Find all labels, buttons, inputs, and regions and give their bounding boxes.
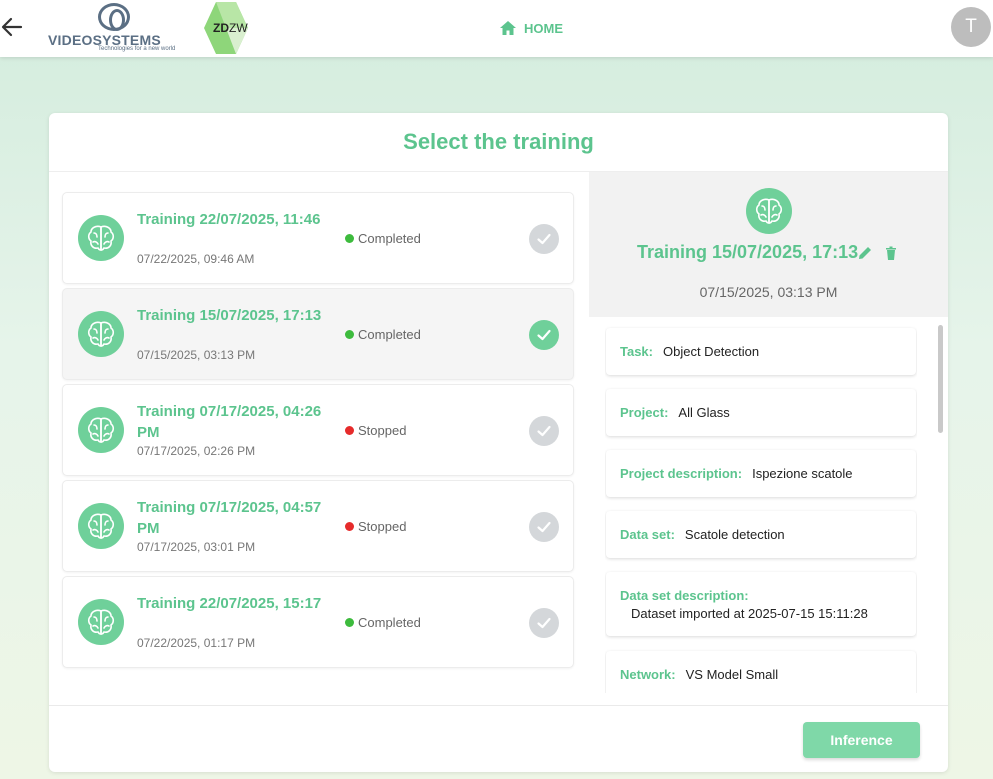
status-label: Stopped: [358, 519, 407, 534]
training-selection-card: Select the training Training 22/07/2025,…: [49, 113, 948, 772]
status-dot-icon: [345, 330, 354, 339]
status-label: Completed: [358, 231, 421, 246]
videosystems-logo: VIDEOSYSTEMS Technologies for a new worl…: [46, 2, 184, 54]
training-detail-header: Training 15/07/2025, 17:13 07/15/2025, 0…: [589, 172, 948, 317]
training-title: Training 22/07/2025, 11:46: [137, 211, 321, 228]
field-label: Network:: [620, 667, 676, 682]
detail-field: Task: Object Detection: [606, 328, 916, 375]
home-label: HOME: [524, 20, 563, 36]
detail-field: Project: All Glass: [606, 389, 916, 436]
field-label: Project description:: [620, 466, 743, 481]
status-badge: Stopped: [345, 423, 406, 438]
training-list-item[interactable]: Training 07/17/2025, 04:57 PM 07/17/2025,…: [62, 480, 574, 572]
detail-field: Data set description: Dataset imported at…: [606, 572, 916, 636]
field-value: Ispezione scatole: [752, 466, 853, 481]
select-check-icon[interactable]: [529, 512, 559, 542]
detail-field: Network: VS Model Small: [606, 651, 916, 693]
inference-button[interactable]: Inference: [803, 722, 920, 758]
training-list-item[interactable]: Training 07/17/2025, 04:26 PM 07/17/2025,…: [62, 384, 574, 476]
detail-field: Data set: Scatole detection: [606, 511, 916, 558]
training-date: 07/22/2025, 01:17 PM: [137, 636, 256, 650]
training-title: Training 07/17/2025, 04:26 PM: [137, 403, 322, 441]
training-list-item[interactable]: Training 22/07/2025, 15:17 07/22/2025, 01…: [62, 576, 574, 668]
videosystems-ring-icon: [98, 3, 130, 31]
brain-icon: [78, 599, 124, 645]
brain-icon: [78, 503, 124, 549]
field-value: Dataset imported at 2025-07-15 15:11:28: [631, 606, 868, 621]
brain-icon: [78, 215, 124, 261]
page-title: Select the training: [49, 113, 948, 172]
brain-icon: [746, 188, 792, 234]
field-label: Project:: [620, 405, 669, 420]
status-dot-icon: [345, 426, 354, 435]
zdzw-logo: ZDZW: [202, 1, 254, 55]
training-title: Training 07/17/2025, 04:57 PM: [137, 499, 322, 537]
home-link[interactable]: HOME: [500, 19, 563, 37]
training-list-item[interactable]: Training 15/07/2025, 17:13 07/15/2025, 03…: [62, 288, 574, 380]
training-date: 07/17/2025, 03:01 PM: [137, 540, 256, 554]
logo-tagline: Technologies for a new world: [98, 46, 176, 52]
detail-scrollbar[interactable]: [938, 325, 943, 433]
status-dot-icon: [345, 234, 354, 243]
training-title: Training 22/07/2025, 15:17: [137, 595, 322, 612]
edit-icon[interactable]: [857, 245, 873, 261]
field-label: Task:: [620, 344, 653, 359]
status-badge: Completed: [345, 615, 421, 630]
training-detail-fields[interactable]: Task: Object Detection Project: All Glass Pr…: [605, 325, 917, 693]
detail-date: 07/15/2025, 03:13 PM: [699, 284, 838, 300]
brain-icon: [78, 407, 124, 453]
status-dot-icon: [345, 522, 354, 531]
field-value: Scatole detection: [684, 527, 785, 542]
status-badge: Completed: [345, 231, 421, 246]
field-label: Data set:: [620, 527, 675, 542]
field-value: VS Model Small: [685, 667, 779, 682]
select-check-icon[interactable]: [529, 320, 559, 350]
back-arrow-icon[interactable]: [0, 14, 26, 40]
field-value: All Glass: [678, 405, 730, 420]
training-title: Training 15/07/2025, 17:13: [137, 307, 322, 324]
field-label: Data set description:: [620, 588, 749, 603]
brain-icon: [78, 311, 124, 357]
status-badge: Stopped: [345, 519, 406, 534]
home-icon: [500, 21, 516, 35]
training-date: 07/15/2025, 03:13 PM: [137, 348, 256, 362]
status-label: Stopped: [358, 423, 407, 438]
delete-icon[interactable]: [883, 245, 899, 261]
status-badge: Completed: [345, 327, 421, 342]
training-date: 07/22/2025, 09:46 AM: [137, 252, 255, 266]
status-label: Completed: [358, 615, 421, 630]
select-check-icon[interactable]: [529, 416, 559, 446]
top-bar: VIDEOSYSTEMS Technologies for a new worl…: [0, 0, 993, 57]
zd-logo-rest: ZW: [229, 21, 248, 35]
detail-title: Training 15/07/2025, 17:13: [637, 242, 859, 262]
select-check-icon[interactable]: [529, 608, 559, 638]
training-date: 07/17/2025, 02:26 PM: [137, 444, 256, 458]
training-list-item[interactable]: Training 22/07/2025, 11:46 07/22/2025, 09…: [62, 192, 574, 284]
select-check-icon[interactable]: [529, 224, 559, 254]
user-avatar[interactable]: T: [951, 7, 991, 47]
footer-divider: [49, 705, 948, 706]
status-dot-icon: [345, 618, 354, 627]
detail-field: Project description: Ispezione scatole: [606, 450, 916, 497]
status-label: Completed: [358, 327, 421, 342]
field-value: Object Detection: [663, 344, 760, 359]
zd-logo-bold: ZD: [213, 21, 229, 35]
